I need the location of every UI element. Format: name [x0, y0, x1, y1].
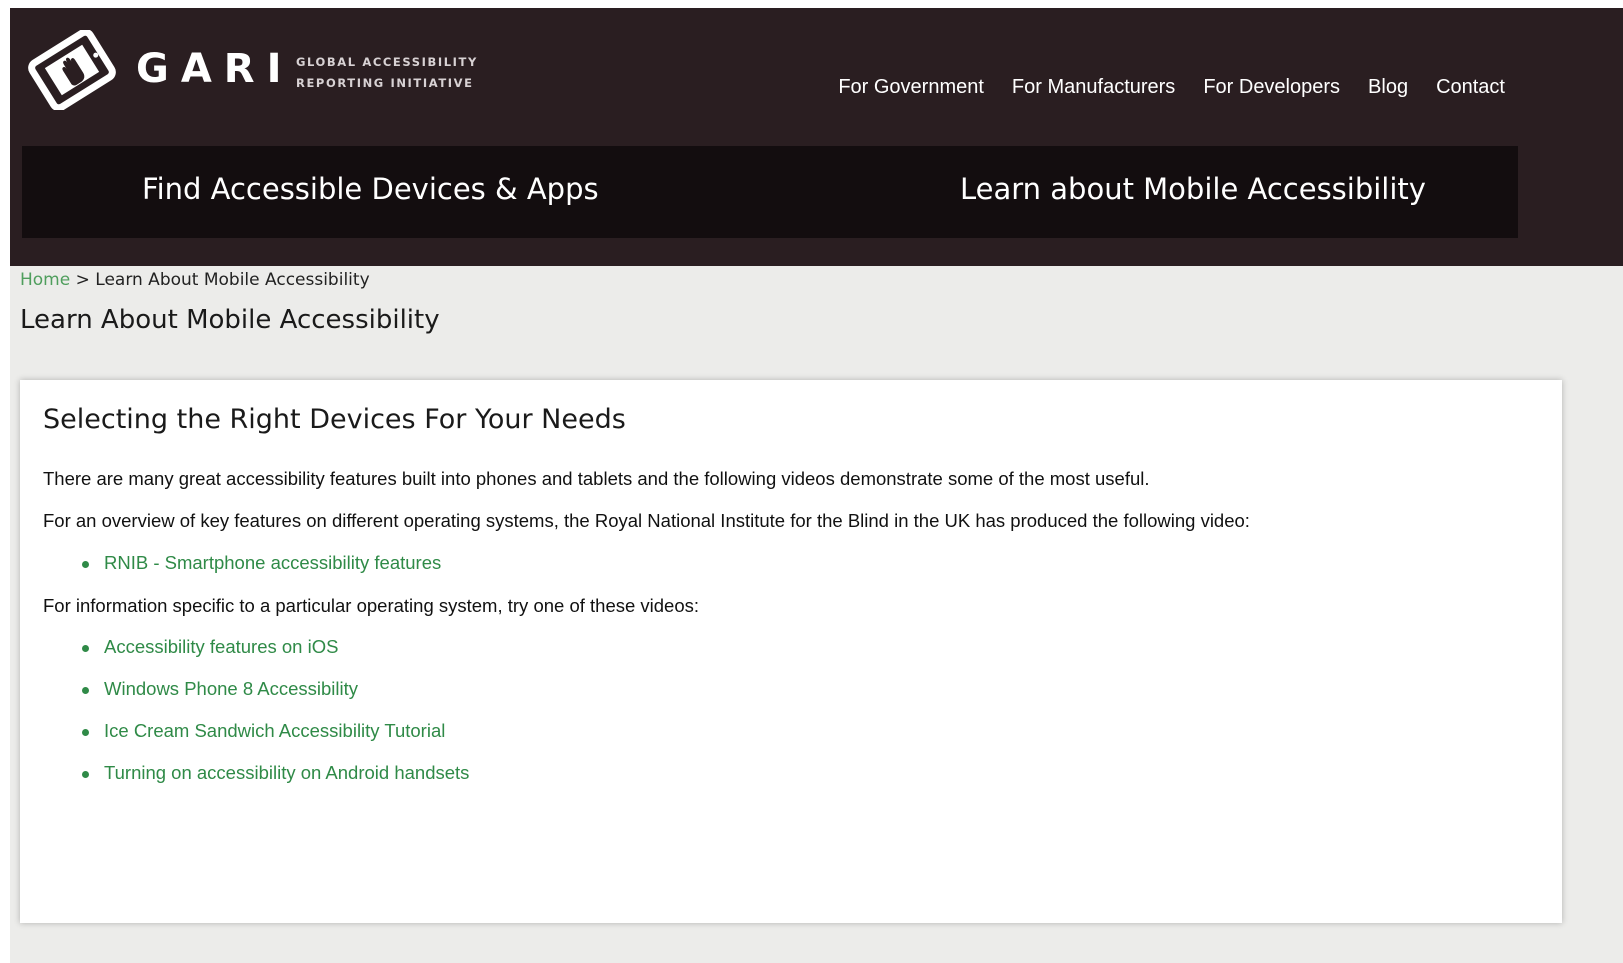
breadcrumb-separator: > — [75, 270, 90, 290]
list-item: RNIB - Smartphone accessibility features — [80, 552, 441, 574]
logo-tagline-line1: GLOBAL ACCESSIBILITY — [296, 55, 478, 69]
overview-video-list: RNIB - Smartphone accessibility features — [80, 552, 441, 574]
hand-tablet-logo-icon — [28, 30, 116, 110]
logo-tagline: GLOBAL ACCESSIBILITY REPORTING INITIATIV… — [296, 52, 506, 94]
video-link-ice-cream-sandwich[interactable]: Ice Cream Sandwich Accessibility Tutoria… — [104, 720, 445, 741]
breadcrumb-home-link[interactable]: Home — [20, 270, 70, 290]
content-panel: Selecting the Right Devices For Your Nee… — [20, 380, 1562, 923]
gari-logo[interactable]: GARI GLOBAL ACCESSIBILITY REPORTING INIT… — [24, 30, 494, 120]
nav-link-contact[interactable]: Contact — [1436, 76, 1505, 99]
section-heading: Selecting the Right Devices For Your Nee… — [43, 404, 626, 435]
logo-tagline-line2: REPORTING INITIATIVE — [296, 76, 474, 90]
list-item: Windows Phone 8 Accessibility — [80, 678, 469, 720]
specific-paragraph: For information specific to a particular… — [43, 595, 700, 616]
video-link-android[interactable]: Turning on accessibility on Android hand… — [104, 762, 469, 783]
nav-link-government[interactable]: For Government — [838, 76, 984, 99]
video-link-rnib[interactable]: RNIB - Smartphone accessibility features — [104, 552, 441, 573]
top-nav: For Government For Manufacturers For Dev… — [838, 76, 1505, 99]
logo-wordmark: GARI — [136, 46, 294, 92]
nav-link-developers[interactable]: For Developers — [1203, 76, 1340, 99]
video-link-windows-phone[interactable]: Windows Phone 8 Accessibility — [104, 678, 358, 699]
nav-link-manufacturers[interactable]: For Manufacturers — [1012, 76, 1175, 99]
intro-paragraph: There are many great accessibility featu… — [43, 468, 1150, 489]
main-nav-find-devices[interactable]: Find Accessible Devices & Apps — [142, 172, 599, 206]
breadcrumb: Home > Learn About Mobile Accessibility — [20, 270, 370, 290]
site-header: GARI GLOBAL ACCESSIBILITY REPORTING INIT… — [10, 8, 1623, 266]
page-title: Learn About Mobile Accessibility — [20, 305, 440, 335]
list-item: Accessibility features on iOS — [80, 636, 469, 678]
nav-link-blog[interactable]: Blog — [1368, 76, 1408, 99]
list-item: Turning on accessibility on Android hand… — [80, 762, 469, 804]
overview-paragraph: For an overview of key features on diffe… — [43, 510, 1250, 531]
video-link-ios[interactable]: Accessibility features on iOS — [104, 636, 338, 657]
breadcrumb-current: Learn About Mobile Accessibility — [95, 270, 370, 290]
main-nav: Find Accessible Devices & Apps Learn abo… — [22, 146, 1518, 238]
os-video-list: Accessibility features on iOS Windows Ph… — [80, 636, 469, 804]
page: GARI GLOBAL ACCESSIBILITY REPORTING INIT… — [10, 8, 1623, 963]
main-nav-learn-accessibility[interactable]: Learn about Mobile Accessibility — [960, 172, 1426, 206]
list-item: Ice Cream Sandwich Accessibility Tutoria… — [80, 720, 469, 762]
